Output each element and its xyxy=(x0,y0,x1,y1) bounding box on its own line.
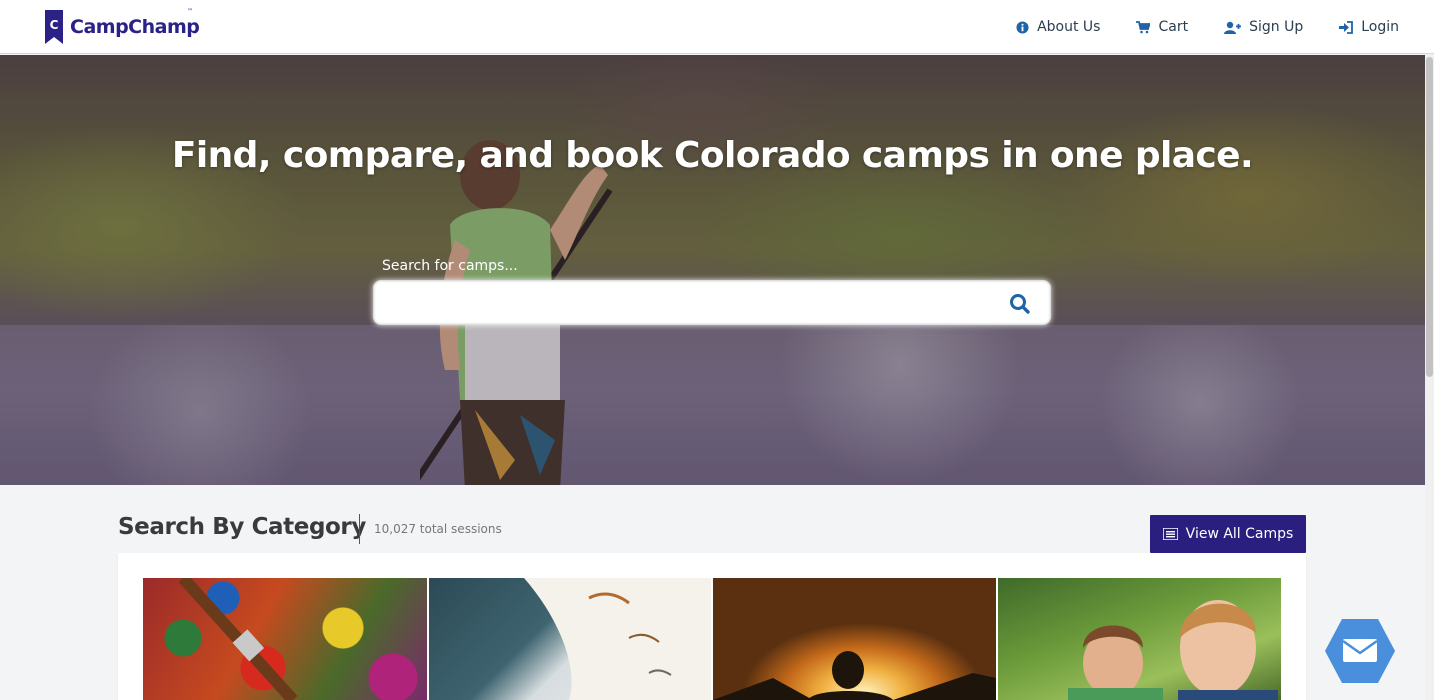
paint-palette-photo xyxy=(178,578,298,700)
hero-title: Find, compare, and book Colorado camps i… xyxy=(171,135,1254,176)
top-nav: About Us Cart Sign Up Login xyxy=(980,0,1399,54)
book-reading-photo xyxy=(524,578,711,700)
search-icon[interactable] xyxy=(1008,292,1032,316)
cart-icon xyxy=(1136,20,1151,33)
search-box xyxy=(373,280,1051,325)
category-tile-academic[interactable] xyxy=(429,578,711,700)
nav-cart[interactable]: Cart xyxy=(1136,19,1188,35)
logo-icon: C xyxy=(45,10,63,44)
category-divider xyxy=(359,514,360,544)
logo[interactable]: C CampChamp ™ xyxy=(44,8,200,44)
sunset-silhouette-photo xyxy=(713,651,996,700)
nav-about-us-label: About Us xyxy=(1037,19,1101,35)
user-plus-icon xyxy=(1224,21,1242,34)
nav-login[interactable]: Login xyxy=(1339,19,1399,35)
hero-banner: Find, compare, and book Colorado camps i… xyxy=(0,55,1425,485)
session-count: 10,027 total sessions xyxy=(374,522,502,536)
kids-outdoors-photo xyxy=(1068,600,1278,700)
nav-about-us[interactable]: About Us xyxy=(1016,19,1100,35)
contact-mail-button[interactable] xyxy=(1324,617,1396,685)
scrollbar-thumb[interactable] xyxy=(1426,57,1433,377)
view-all-camps-button[interactable]: View All Camps xyxy=(1150,515,1306,553)
page-scrollbar[interactable] xyxy=(1425,55,1434,700)
top-header: C CampChamp ™ About Us Cart Sign Up Logi… xyxy=(0,0,1434,54)
envelope-icon xyxy=(1342,639,1378,662)
logo-text: CampChamp xyxy=(70,16,200,38)
nav-login-label: Login xyxy=(1361,19,1399,35)
sign-in-icon xyxy=(1339,20,1354,34)
nav-sign-up-label: Sign Up xyxy=(1249,19,1304,35)
hero-overlay xyxy=(0,55,1425,485)
svg-text:C: C xyxy=(50,18,59,32)
category-section-title: Search By Category xyxy=(118,514,366,540)
category-tile-arts[interactable] xyxy=(143,578,427,700)
info-icon xyxy=(1016,20,1029,34)
list-icon xyxy=(1162,528,1178,540)
category-tile-outdoor[interactable] xyxy=(998,578,1281,700)
nav-sign-up[interactable]: Sign Up xyxy=(1224,19,1303,35)
view-all-camps-label: View All Camps xyxy=(1185,526,1294,542)
nav-cart-label: Cart xyxy=(1158,19,1189,35)
search-input[interactable] xyxy=(386,289,986,317)
trademark-mark: ™ xyxy=(187,8,193,15)
category-tile-adventure[interactable] xyxy=(713,578,996,700)
search-label: Search for camps... xyxy=(382,258,518,274)
